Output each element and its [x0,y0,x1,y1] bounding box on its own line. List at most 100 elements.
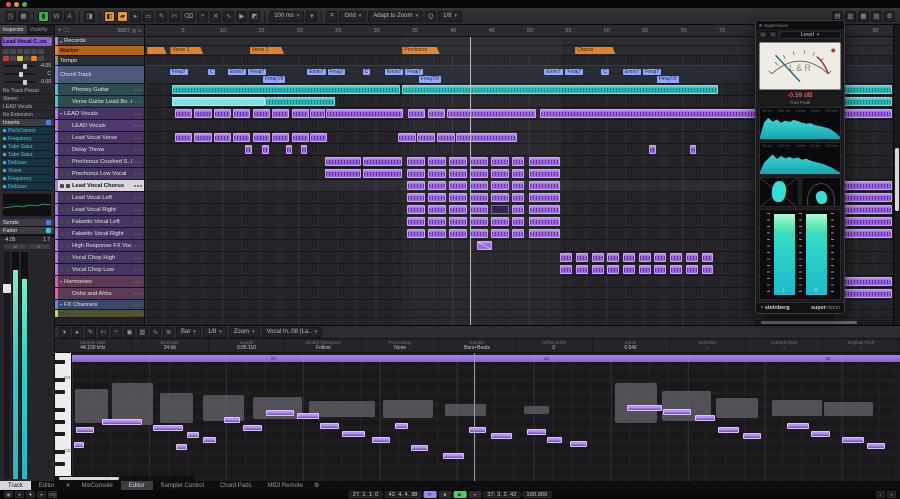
mute-button[interactable] [60,256,64,260]
variaudio-segment[interactable] [443,453,465,459]
folder-icon[interactable]: 🗀 [64,26,70,36]
variaudio-segment[interactable] [663,409,691,415]
audio-clip[interactable] [175,133,192,142]
track-row[interactable]: Lead Vocal Left [55,192,144,204]
fader-cap[interactable] [3,284,11,293]
editor-tool-5[interactable]: ◉ [124,327,135,338]
solo-button[interactable] [66,256,70,260]
mute-button[interactable] [60,268,64,272]
zoom-preset-dropdown[interactable]: Zoom▾ [229,327,260,338]
track-row[interactable]: Delay Throw [55,144,144,156]
setup-window-layout[interactable]: ◳ [5,11,16,22]
audio-clip[interactable] [253,133,270,142]
transport-tool-3[interactable]: ● [37,491,46,498]
audio-clip[interactable] [607,253,619,262]
variaudio-segment[interactable] [76,427,94,433]
plugin-power-icon[interactable] [3,185,6,188]
plugin-power-icon[interactable] [3,153,6,156]
black-key-icon[interactable] [55,432,65,436]
grid-type-dropdown[interactable]: Bar▾ [176,327,201,338]
audio-clip[interactable] [560,253,572,262]
module-add-button[interactable]: ⊙ [759,31,767,38]
left-locator-field[interactable]: 27. 1. 1. 0 [349,491,383,498]
lowerzone-tab-chord-pads[interactable]: Chord Pads [212,481,260,490]
solo-button[interactable] [66,160,70,164]
inserts-section-header[interactable]: Inserts [0,119,54,127]
variaudio-segment[interactable] [527,429,545,435]
track-row[interactable]: Chord Track [55,66,144,84]
mute-button[interactable] [60,232,64,236]
editor-tool-2[interactable]: ✎ [85,327,96,338]
arrangement-vertical-scrollbar[interactable] [893,25,900,325]
audio-clip[interactable] [310,133,327,142]
auto-fade-dropdown[interactable]: 100 ms▾ [269,11,304,22]
audio-clip[interactable] [623,253,635,262]
track-row[interactable]: Vocal Chop High [55,252,144,264]
track-row[interactable]: ▾Records [55,37,144,46]
folder-open-icon[interactable]: ▾ [60,279,62,284]
audio-clip[interactable] [301,145,308,154]
black-key-icon[interactable] [55,360,65,364]
mute-button[interactable] [60,244,64,248]
spectrum-analyzer-left[interactable]: 30 Hz100 Hz1 kHz5 kHz20 kHz [759,107,841,140]
erase-tool[interactable]: ⌫ [182,11,195,22]
mute-button[interactable] [60,136,64,140]
marker-flag[interactable]: Verse 2 [250,47,284,54]
phasescope-display[interactable] [801,177,841,207]
track-row[interactable]: High Response FX Vocal [55,240,144,252]
audio-clip[interactable] [292,133,309,142]
track-row[interactable]: LEAD Vocals [55,120,144,132]
track-button-5[interactable] [38,49,44,54]
transport-right-icon-0[interactable]: ♪ [876,491,885,498]
extension-item[interactable]: No Extension [0,111,54,119]
folder-open-icon[interactable]: ▾ [60,39,62,44]
auto-scroll[interactable]: ◧ [104,11,115,22]
audio-clip[interactable] [194,133,211,142]
sends-section-header[interactable]: Sends [0,219,54,227]
quantize-preset-dropdown[interactable]: 1/8▾ [438,11,462,22]
variaudio-segment[interactable] [491,433,513,439]
variaudio-segment[interactable] [243,425,263,431]
mute-button[interactable] [60,124,64,128]
track-name-field[interactable]: Lead Vocal C..us▾ [2,37,52,46]
audio-clip[interactable] [253,109,270,118]
solo-button[interactable] [66,124,70,128]
audio-clip[interactable] [325,157,361,166]
channel-config-item[interactable]: Stereo [0,95,54,103]
track-row[interactable] [55,310,144,318]
solo-button[interactable] [66,220,70,224]
mute-button[interactable] [60,172,64,176]
transport-tool-1[interactable]: ● [15,491,24,498]
close-window-icon[interactable] [6,2,11,7]
track-row[interactable]: ▾Harmonies [55,276,144,288]
insert-slot[interactable]: Tube Satur. [1,151,53,159]
transport-right-icon-1[interactable]: ≡ [887,491,896,498]
comp-tool[interactable]: ∿ [223,11,234,22]
transport-tool-2[interactable]: ✚ [26,491,35,498]
solo-button[interactable] [66,88,70,92]
gear-icon[interactable]: ⚙ [311,481,322,490]
variaudio-segment[interactable] [342,431,365,437]
audio-clip[interactable] [175,109,192,118]
zone-tab-editor[interactable]: Editor [31,481,63,490]
event-range-bar[interactable]: 202530 [72,355,900,362]
editor-tool-6[interactable]: ▥ [137,327,148,338]
close-editor-icon[interactable]: ✕ [62,481,73,490]
quantize-toggle[interactable]: Q [425,11,436,22]
range-tool[interactable]: ▭ [143,11,154,22]
object-select-tool[interactable]: ▸ [130,11,141,22]
variaudio-segment[interactable] [297,413,319,419]
variaudio-segment[interactable] [187,432,199,438]
monitor-button[interactable] [10,56,16,61]
variaudio-segment[interactable] [867,443,885,449]
audio-clip[interactable] [670,253,682,262]
chord-event[interactable]: Emin7 [307,69,325,76]
draw-tool[interactable]: ✎ [156,11,167,22]
audio-clip[interactable] [325,169,361,178]
lowerzone-tab-mixconsole[interactable]: MixConsole [74,481,121,490]
editor-tool-0[interactable]: ▾ [59,327,70,338]
chord-event[interactable]: C [601,69,609,76]
volume-fader[interactable] [4,252,10,479]
play-button[interactable]: ▶ [453,491,466,498]
variaudio-segment[interactable] [743,433,761,439]
